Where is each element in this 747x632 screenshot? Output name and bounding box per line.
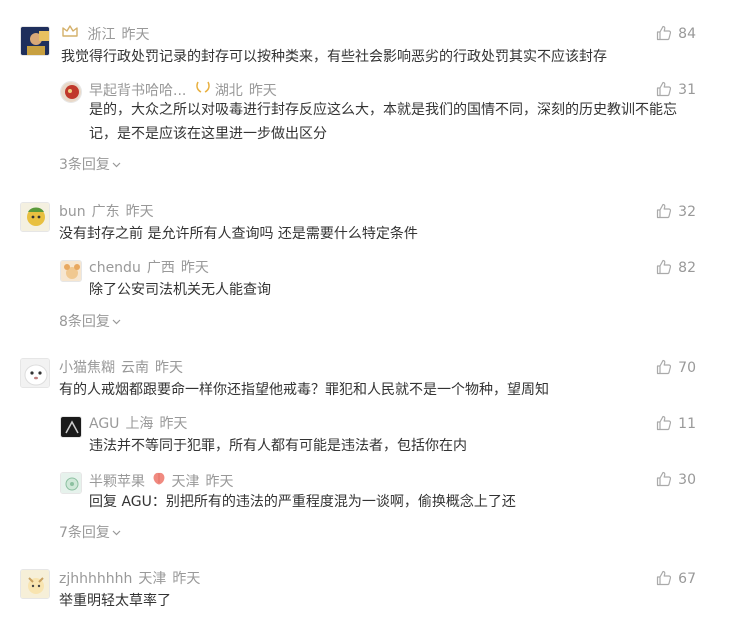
avatar[interactable] xyxy=(60,81,82,103)
reply-text: 回复 AGU：别把所有的违法的严重程度混为一谈啊，偷换概念上了还 xyxy=(89,494,516,510)
user-location: 浙江 xyxy=(87,27,116,43)
user-location: 广东 xyxy=(91,204,120,220)
like-button[interactable]: 30 xyxy=(656,470,696,490)
more-replies-button[interactable]: 8条回复 xyxy=(59,312,121,332)
reply-text: 除了公安司法机关无人能查询 xyxy=(89,282,271,298)
comment-time: 昨天 xyxy=(121,27,150,43)
user-location: 广西 xyxy=(146,260,175,276)
reply-meta: AGU 上海 昨天 xyxy=(89,414,187,434)
thumbs-up-icon xyxy=(656,81,678,98)
comment-time: 昨天 xyxy=(172,571,201,587)
comment-text: 我觉得行政处罚记录的封存可以按种类来，有些社会影响恶劣的行政处罚其实不应该封存 xyxy=(61,49,607,65)
like-count: 32 xyxy=(678,204,696,220)
more-replies-button[interactable]: 3条回复 xyxy=(59,155,121,175)
like-count: 11 xyxy=(678,416,696,432)
comment-meta: 浙江 昨天 xyxy=(61,24,149,46)
like-button[interactable]: 84 xyxy=(656,24,696,44)
thumbs-up-icon xyxy=(656,25,678,42)
laurel-badge-icon xyxy=(195,80,211,100)
user-location: 云南 xyxy=(121,360,149,376)
chevron-down-icon xyxy=(110,314,121,330)
user-location: 上海 xyxy=(125,416,154,432)
chevron-down-icon xyxy=(110,157,121,173)
thumbs-up-icon xyxy=(656,259,678,276)
comment-text: 有的人戒烟都跟要命一样你还指望他戒毒？罪犯和人民就不是一个物种，望周知 xyxy=(59,382,549,398)
thumbs-up-icon xyxy=(656,203,678,220)
like-count: 70 xyxy=(678,360,696,376)
avatar[interactable] xyxy=(20,202,50,232)
peach-badge-icon xyxy=(151,470,167,492)
avatar[interactable] xyxy=(60,416,82,438)
like-count: 30 xyxy=(678,472,696,488)
comment-time: 昨天 xyxy=(159,416,188,432)
avatar[interactable] xyxy=(20,358,50,388)
user-nickname[interactable]: AGU xyxy=(89,416,119,432)
like-count: 67 xyxy=(678,571,696,587)
like-button[interactable]: 31 xyxy=(656,80,696,100)
user-nickname[interactable]: 半颗苹果 xyxy=(89,474,145,490)
like-button[interactable]: 32 xyxy=(656,202,696,222)
like-button[interactable]: 67 xyxy=(656,569,696,589)
more-replies-label: 8条回复 xyxy=(59,314,110,330)
avatar[interactable] xyxy=(60,472,82,494)
avatar[interactable] xyxy=(60,260,82,282)
comment-meta: 小猫焦糊 云南 昨天 xyxy=(59,358,183,378)
user-location: 湖北 xyxy=(214,83,243,99)
like-button[interactable]: 11 xyxy=(656,414,696,434)
thumbs-up-icon xyxy=(656,570,678,587)
more-replies-label: 3条回复 xyxy=(59,157,110,173)
thumbs-up-icon xyxy=(656,415,678,432)
comment-time: 昨天 xyxy=(155,360,183,376)
comment-time: 昨天 xyxy=(205,474,234,490)
avatar[interactable] xyxy=(20,569,50,599)
comment-text: 没有封存之前 是允许所有人查询吗 还是需要什么特定条件 xyxy=(59,226,418,242)
thumbs-up-icon xyxy=(656,471,678,488)
like-count: 82 xyxy=(678,260,696,276)
like-button[interactable]: 82 xyxy=(656,258,696,278)
reply-meta: chendu 广西 昨天 xyxy=(89,258,209,278)
chevron-down-icon xyxy=(110,525,121,541)
user-nickname[interactable]: chendu xyxy=(89,260,141,276)
avatar[interactable] xyxy=(20,26,50,56)
more-replies-label: 7条回复 xyxy=(59,525,110,541)
comment-time: 昨天 xyxy=(125,204,154,220)
reply-text: 是的，大众之所以对吸毒进行封存反应这么大，本就是我们的国情不同，深刻的历史教训不… xyxy=(89,102,677,142)
crown-icon xyxy=(61,24,79,44)
comment-time: 昨天 xyxy=(248,83,277,99)
thumbs-up-icon xyxy=(656,359,678,376)
like-count: 84 xyxy=(678,26,696,42)
comment-time: 昨天 xyxy=(180,260,209,276)
user-location: 天津 xyxy=(138,571,167,587)
more-replies-button[interactable]: 7条回复 xyxy=(59,523,121,543)
comment-meta: zjhhhhhhh 天津 昨天 xyxy=(59,569,200,589)
like-count: 31 xyxy=(678,82,696,98)
comment-meta: bun 广东 昨天 xyxy=(59,202,154,222)
comment-text: 举重明轻太草率了 xyxy=(59,593,171,609)
like-button[interactable]: 70 xyxy=(656,358,696,378)
user-nickname[interactable]: 早起背书哈哈... xyxy=(89,83,186,99)
user-location: 天津 xyxy=(171,474,200,490)
user-nickname[interactable]: 小猫焦糊 xyxy=(59,360,115,376)
reply-text: 违法并不等同于犯罪，所有人都有可能是违法者，包括你在内 xyxy=(89,438,467,454)
user-nickname[interactable]: bun xyxy=(59,204,86,220)
user-nickname[interactable]: zjhhhhhhh xyxy=(59,571,132,587)
